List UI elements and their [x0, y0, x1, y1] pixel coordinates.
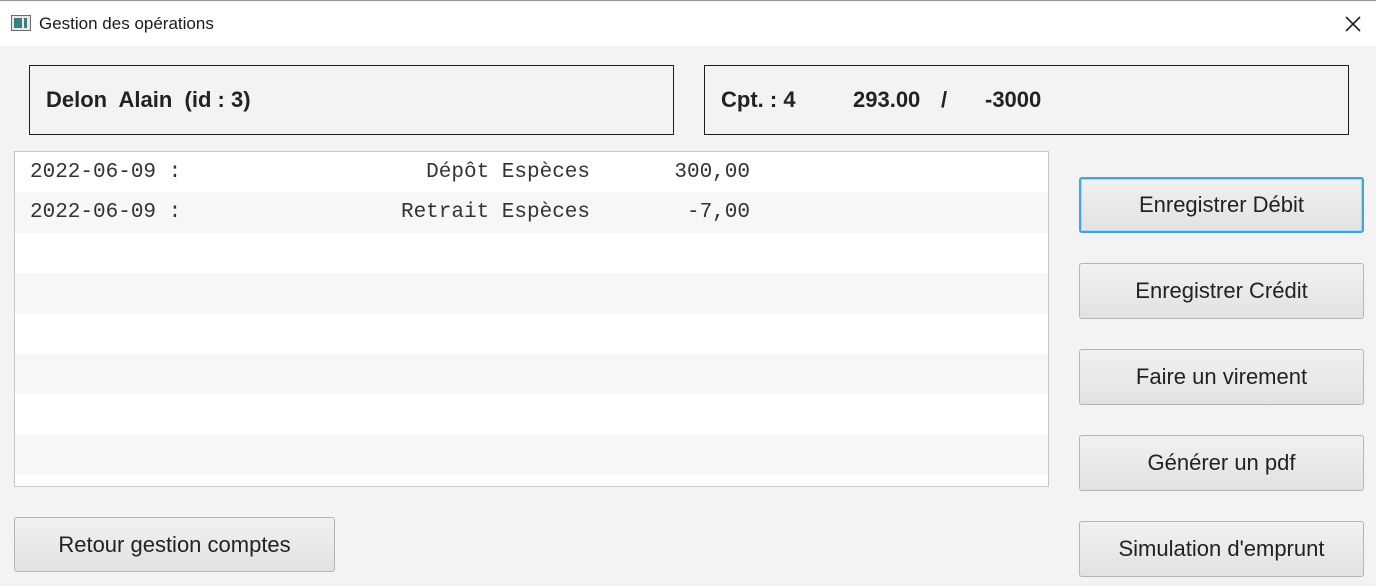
operations-window: Gestion des opérations Delon Alain (id :… [0, 0, 1376, 586]
window-title: Gestion des opérations [39, 14, 214, 33]
client-info-panel: Delon Alain (id : 3) [29, 65, 674, 135]
client-info-label: Delon Alain (id : 3) [46, 87, 251, 112]
list-item[interactable]: 2022-06-09 : Dépôt Espèces 300,00 [15, 152, 1048, 193]
back-to-accounts-button[interactable]: Retour gestion comptes [14, 517, 335, 572]
list-item[interactable] [15, 394, 1048, 435]
operation-date: 2022-06-09 : [30, 201, 182, 225]
operations-list[interactable]: 2022-06-09 : Dépôt Espèces 300,00 2022-06-0… [14, 151, 1049, 487]
account-number-label: Cpt. : 4 [721, 87, 796, 112]
list-item[interactable] [15, 273, 1048, 314]
record-credit-button[interactable]: Enregistrer Crédit [1079, 263, 1364, 319]
list-item[interactable] [15, 353, 1048, 395]
operation-amount: 300,00 [674, 160, 750, 184]
close-icon [1345, 16, 1361, 32]
operation-label: Dépôt Espèces [426, 160, 590, 184]
operation-date: 2022-06-09 : [30, 160, 182, 184]
transfer-button[interactable]: Faire un virement [1079, 349, 1364, 405]
list-item[interactable] [15, 232, 1048, 274]
account-separator: / [941, 87, 948, 112]
app-icon [11, 15, 31, 31]
operation-label: Retrait Espèces [400, 201, 590, 225]
account-info-panel: Cpt. : 4 293.00 / -3000 [704, 65, 1349, 135]
account-balance-value: 293.00 [853, 87, 921, 112]
account-overdraft-value: -3000 [985, 87, 1042, 112]
list-item[interactable] [15, 313, 1048, 354]
close-button[interactable] [1330, 2, 1376, 46]
generate-pdf-button[interactable]: Générer un pdf [1079, 435, 1364, 491]
list-item[interactable]: 2022-06-09 : Retrait Espèces -7,00 [15, 192, 1048, 233]
title-bar: Gestion des opérations [0, 2, 1376, 46]
list-item[interactable] [15, 434, 1048, 476]
operation-amount: -7,00 [686, 201, 750, 225]
record-debit-button[interactable]: Enregistrer Débit [1079, 177, 1364, 233]
loan-simulation-button[interactable]: Simulation d'emprunt [1079, 521, 1364, 577]
